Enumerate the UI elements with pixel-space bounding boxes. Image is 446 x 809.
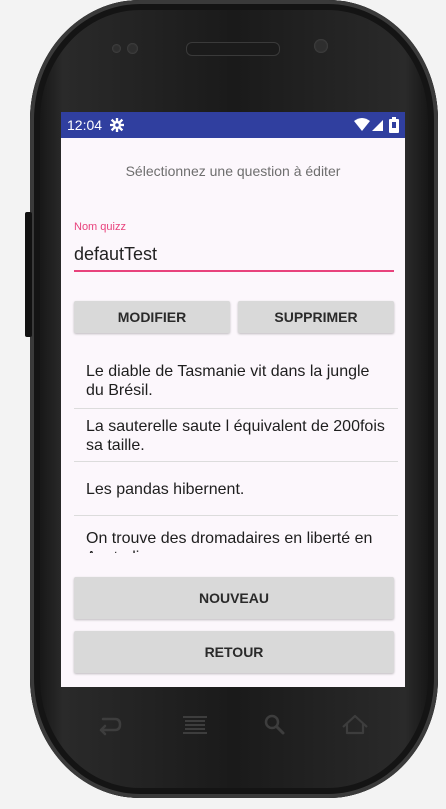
list-item[interactable]: Les pandas hibernent. <box>74 462 398 516</box>
nav-bar <box>61 687 405 763</box>
question-list[interactable]: Le diable de Tasmanie vit dans la jungle… <box>74 348 398 553</box>
search-icon[interactable] <box>259 709 291 741</box>
signal-icon <box>372 120 383 131</box>
list-item[interactable]: Le diable de Tasmanie vit dans la jungle… <box>74 348 398 409</box>
sensor-dot <box>127 43 138 54</box>
list-item[interactable]: La sauterelle saute l équivalent de 200f… <box>74 409 398 462</box>
wifi-icon <box>354 118 370 131</box>
new-button[interactable]: NOUVEAU <box>74 577 394 619</box>
app-screen: 12:04 Sélectionnez une question à éditer… <box>61 112 405 687</box>
edit-prompt: Sélectionnez une question à éditer <box>125 163 341 179</box>
side-button <box>25 212 32 337</box>
modify-button[interactable]: MODIFIER <box>74 301 230 333</box>
front-camera <box>314 39 328 53</box>
settings-icon <box>110 118 125 132</box>
quiz-name-label: Nom quizz <box>74 221 126 233</box>
back-button[interactable]: RETOUR <box>74 631 394 673</box>
earpiece-speaker <box>186 42 280 56</box>
delete-button[interactable]: SUPPRIMER <box>238 301 394 333</box>
quiz-name-input[interactable] <box>74 240 394 272</box>
home-icon[interactable] <box>339 709 371 741</box>
status-bar: 12:04 <box>61 112 405 138</box>
status-time: 12:04 <box>67 117 103 133</box>
battery-icon <box>389 117 399 133</box>
list-item[interactable]: On trouve des dromadaires en liberté en … <box>74 516 398 553</box>
back-icon[interactable] <box>93 709 125 741</box>
menu-icon[interactable] <box>179 709 211 741</box>
sensor-dot <box>112 44 121 53</box>
